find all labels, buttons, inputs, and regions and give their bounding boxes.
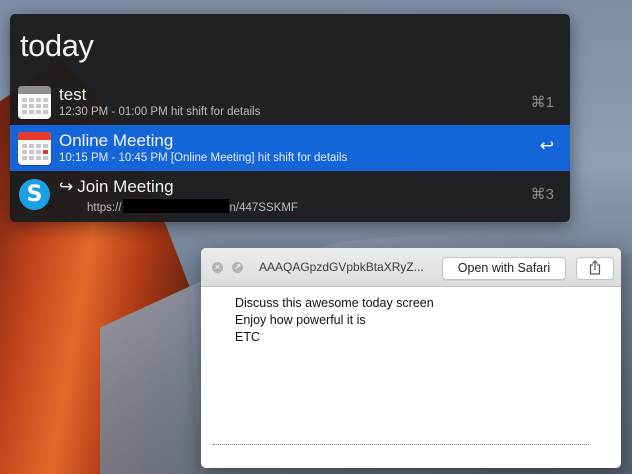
fullscreen-icon[interactable]: ↗ [232, 262, 243, 273]
calendar-icon [18, 132, 51, 165]
result-title: Online Meeting [59, 131, 174, 150]
launcher-panel: today test 12:30 PM - 01:00 PM hit shift… [10, 14, 570, 222]
share-icon [589, 260, 601, 275]
result-item-test[interactable]: test 12:30 PM - 01:00 PM hit shift for d… [10, 79, 570, 125]
search-query[interactable]: today [20, 28, 94, 64]
result-title: ↪ Join Meeting [59, 177, 174, 196]
preview-content: Discuss this awesome today screen Enjoy … [235, 295, 434, 346]
calendar-icon [18, 86, 51, 119]
close-icon[interactable]: × [212, 262, 223, 273]
skype-icon: S [18, 178, 51, 211]
result-item-join-meeting[interactable]: S ↪ Join Meeting https://n/447SSKMF ⌘3 [10, 171, 570, 217]
window-title: AAAQAGpzdGVpbkBtaXRyZ... [259, 260, 424, 274]
result-subtitle: https://n/447SSKMF [87, 199, 298, 214]
content-line: Discuss this awesome today screen [235, 296, 434, 310]
text-preview-window: × ↗ AAAQAGpzdGVpbkBtaXRyZ... Open with S… [201, 248, 621, 468]
result-shortcut: ⌘3 [530, 186, 554, 203]
content-line: Enjoy how powerful it is [235, 313, 366, 327]
window-titlebar: × ↗ AAAQAGpzdGVpbkBtaXRyZ... Open with S… [201, 248, 621, 287]
result-title: test [59, 85, 87, 104]
return-key-icon: ↩ [539, 136, 554, 155]
share-button[interactable] [576, 257, 614, 280]
result-item-online-meeting[interactable]: Online Meeting 10:15 PM - 10:45 PM [Onli… [10, 125, 570, 171]
open-with-safari-button[interactable]: Open with Safari [442, 257, 566, 280]
result-subtitle: 12:30 PM - 01:00 PM hit shift for detail… [59, 106, 261, 118]
result-shortcut: ⌘1 [530, 94, 554, 111]
result-subtitle: 10:15 PM - 10:45 PM [Online Meeting] hit… [59, 152, 348, 164]
dotted-divider [213, 444, 589, 445]
content-line: ETC [235, 330, 260, 344]
redaction-block [122, 199, 229, 213]
redirect-arrow-icon: ↪ [59, 177, 74, 196]
